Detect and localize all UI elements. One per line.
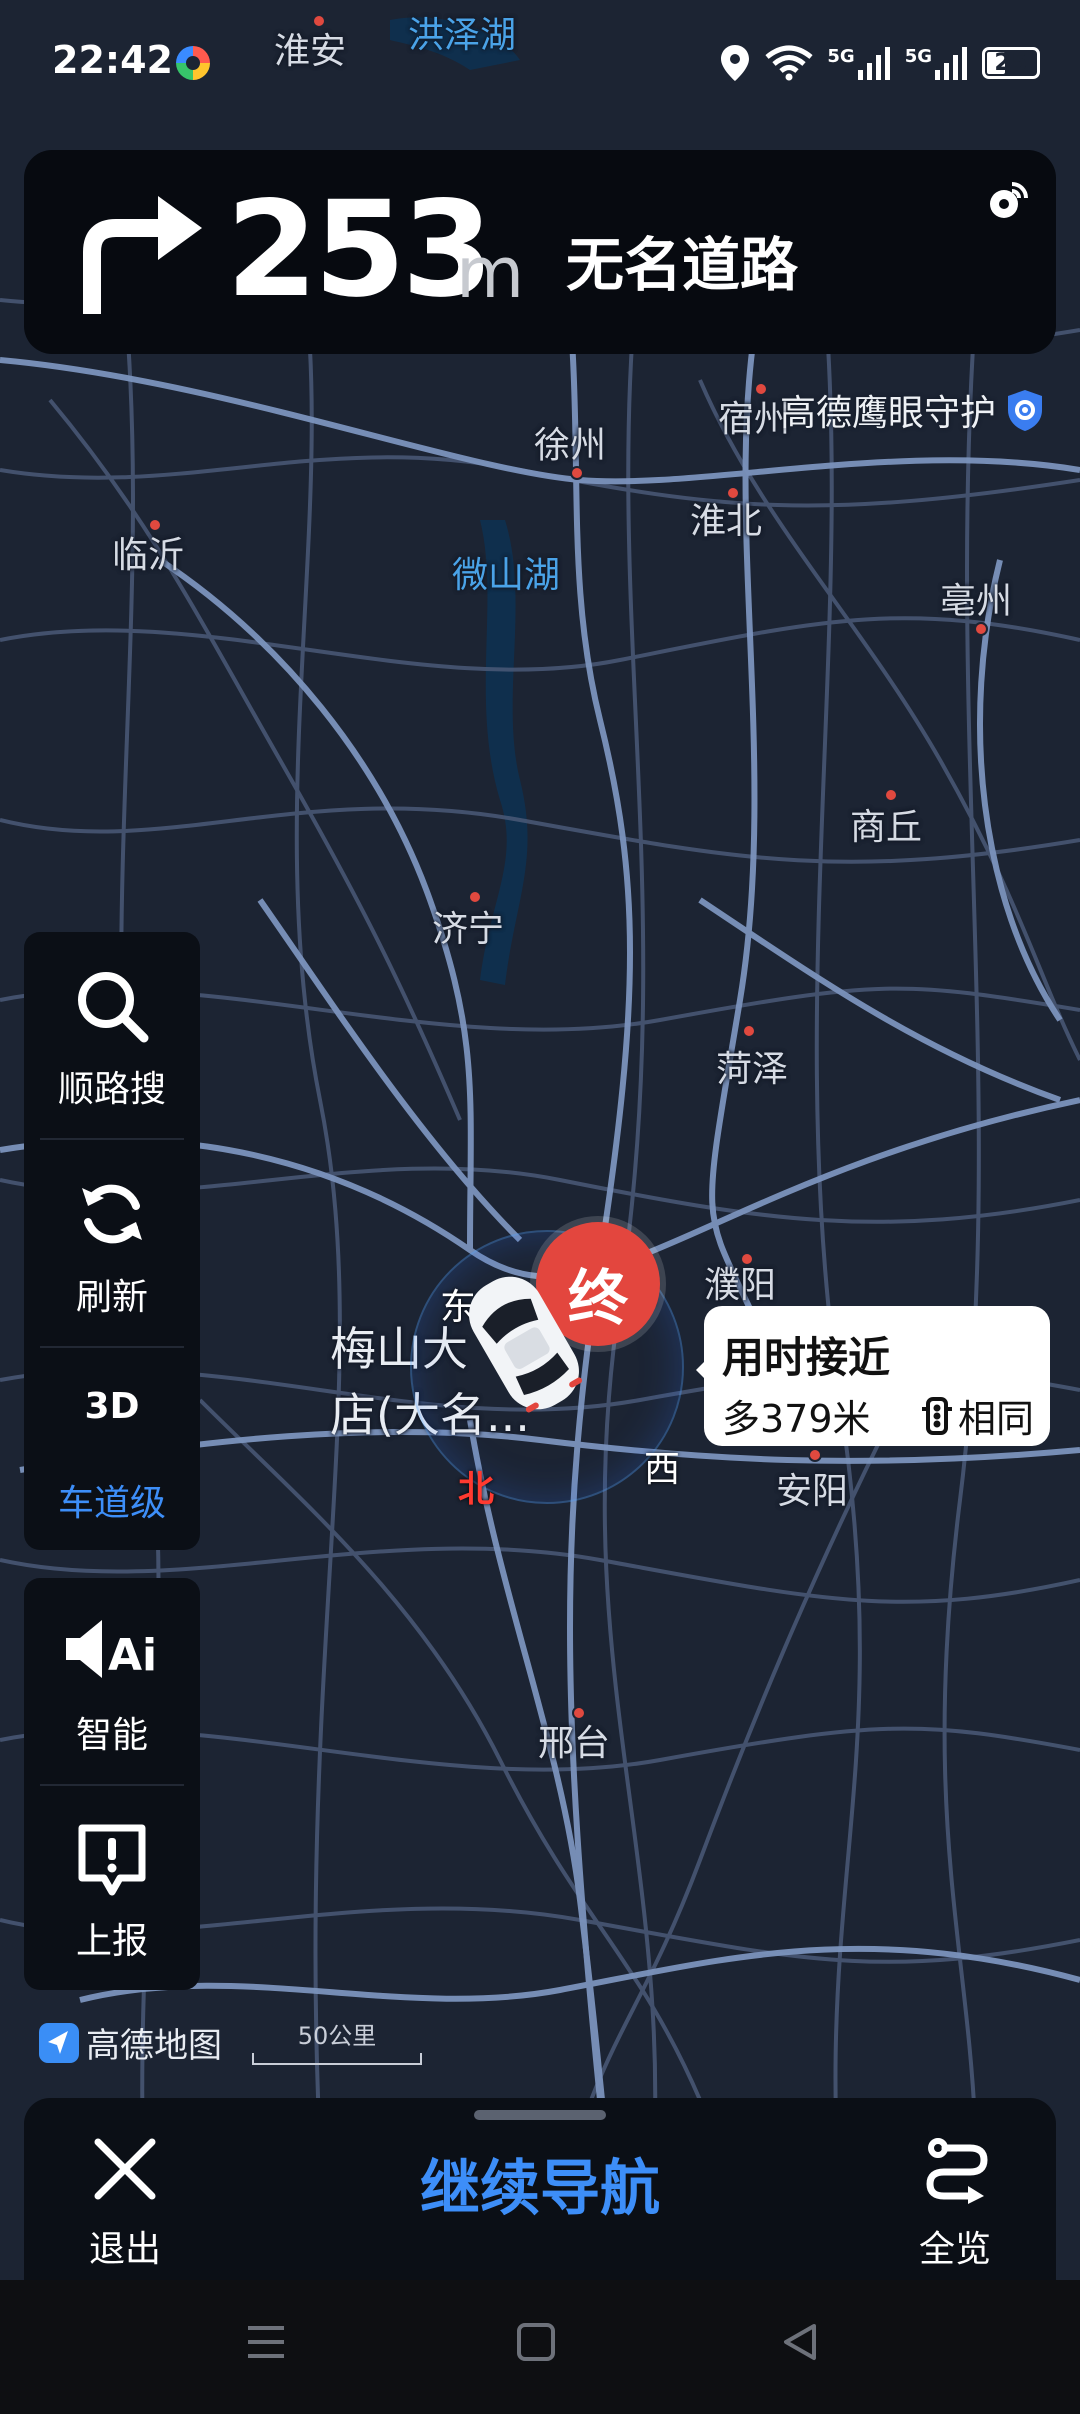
map-label-city: 亳州 — [940, 581, 1013, 622]
app-notification-icon — [176, 46, 210, 80]
map-label-water: 微山湖 — [452, 555, 561, 596]
map-label-water: 洪泽湖 — [408, 15, 517, 56]
battery-level: 25 — [994, 48, 1028, 76]
map-label-city: 淮北 — [690, 501, 763, 542]
exit-button[interactable]: 退出 — [60, 2130, 190, 2270]
map-label-city: 济宁 — [432, 909, 505, 950]
map-scale-label: 50公里 — [297, 2022, 377, 2050]
battery-icon: 25 — [982, 47, 1040, 79]
menu-key-icon[interactable] — [244, 2320, 288, 2364]
lane-level-label: 车道级 — [57, 1483, 166, 1524]
eagle-eye-guard[interactable]: 高德鹰眼守护 — [780, 384, 1044, 436]
map-scale: 50公里 — [252, 2016, 422, 2065]
back-key-icon[interactable] — [778, 2320, 822, 2364]
ai-assistant-label: 智能 — [75, 1715, 148, 1756]
map-label-city: 商丘 — [850, 807, 923, 848]
map-label-city: 徐州 — [534, 425, 607, 466]
network-type-2: 5G — [904, 46, 932, 67]
continue-navigation-button[interactable]: 继续导航 — [330, 2140, 750, 2230]
close-icon — [94, 2138, 156, 2200]
callout-distance-diff: 多379米 — [722, 1397, 871, 1441]
city-dot — [974, 622, 988, 636]
refresh-button[interactable]: 刷新 — [24, 1140, 200, 1346]
next-road-name: 无名道路 — [566, 231, 799, 299]
map-label-city: 临沂 — [112, 535, 185, 576]
signal-icon-1 — [857, 47, 890, 80]
side-panel-upper: 顺路搜 刷新 3D 车道级 — [24, 932, 200, 1550]
compass-west: 西 — [644, 1449, 681, 1490]
home-key-icon[interactable] — [514, 2320, 558, 2364]
status-bar: 22:42 5G 5G 25 — [0, 0, 1080, 130]
city-dot — [570, 466, 584, 480]
search-icon — [78, 972, 149, 1043]
city-dot — [726, 486, 740, 500]
city-dot — [740, 1252, 754, 1266]
map-label-city: 安阳 — [776, 1471, 849, 1512]
eagle-eye-label: 高德鹰眼守护 — [780, 393, 997, 434]
location-icon — [721, 45, 750, 81]
overview-label: 全览 — [918, 2229, 991, 2270]
side-panel-lower: Ai 智能 上报 — [24, 1578, 200, 1990]
map-label-city: 淮安 — [274, 31, 347, 72]
gps-satellite-icon[interactable] — [982, 176, 1032, 226]
svg-text:Ai: Ai — [108, 1630, 157, 1681]
status-icons: 5G 5G 25 — [719, 38, 1040, 88]
city-dot — [742, 1024, 756, 1038]
report-label: 上报 — [75, 1921, 148, 1962]
map-brand: 高德地图 — [38, 2018, 222, 2067]
along-route-search-button[interactable]: 顺路搜 — [24, 932, 200, 1138]
turn-distance: 253 — [226, 173, 494, 327]
city-dot — [808, 1448, 822, 1462]
report-button[interactable]: 上报 — [24, 1786, 200, 1990]
city-dot — [312, 14, 326, 28]
refresh-label: 刷新 — [75, 1277, 148, 1318]
city-dot — [572, 1706, 586, 1720]
city-dot — [468, 890, 482, 904]
ai-voice-icon: Ai — [66, 1620, 157, 1681]
shield-icon — [1008, 390, 1043, 431]
wifi-icon — [765, 45, 813, 81]
ai-assistant-button[interactable]: Ai 智能 — [24, 1578, 200, 1784]
network-type-1: 5G — [827, 46, 855, 67]
alternate-route-callout[interactable]: 用时接近 多379米 相同 — [696, 1306, 1050, 1446]
map-label-city: 邢台 — [538, 1723, 611, 1764]
map-brand-label: 高德地图 — [86, 2026, 222, 2066]
lane-level-3d-button[interactable]: 3D 车道级 — [24, 1348, 200, 1550]
map-label-city: 菏泽 — [716, 1049, 789, 1090]
callout-title: 用时接近 — [722, 1333, 891, 1382]
system-navigation-bar — [0, 2280, 1080, 2414]
refresh-icon — [82, 1184, 142, 1244]
signal-icon-2 — [935, 47, 967, 80]
traffic-light-icon — [922, 1396, 952, 1435]
turn-right-icon — [83, 196, 202, 314]
route-overview-icon — [926, 2138, 988, 2204]
city-dot — [148, 518, 162, 532]
city-dot — [754, 382, 768, 396]
report-icon — [78, 1824, 146, 1896]
amap-logo-icon — [39, 2022, 79, 2063]
lane-3d-text: 3D — [84, 1386, 140, 1427]
overview-button[interactable]: 全览 — [890, 2130, 1020, 2270]
callout-traffic-lights: 相同 — [958, 1397, 1035, 1441]
map-scale-bar — [252, 2053, 422, 2065]
along-route-search-label: 顺路搜 — [57, 1069, 166, 1110]
city-dot — [884, 788, 898, 802]
turn-distance-unit: m — [456, 232, 525, 314]
exit-label: 退出 — [88, 2229, 161, 2270]
status-time: 22:42 — [52, 38, 173, 82]
compass-north: 北 — [458, 1469, 495, 1510]
map-label-city: 濮阳 — [704, 1265, 777, 1306]
sheet-drag-handle[interactable] — [474, 2110, 606, 2120]
